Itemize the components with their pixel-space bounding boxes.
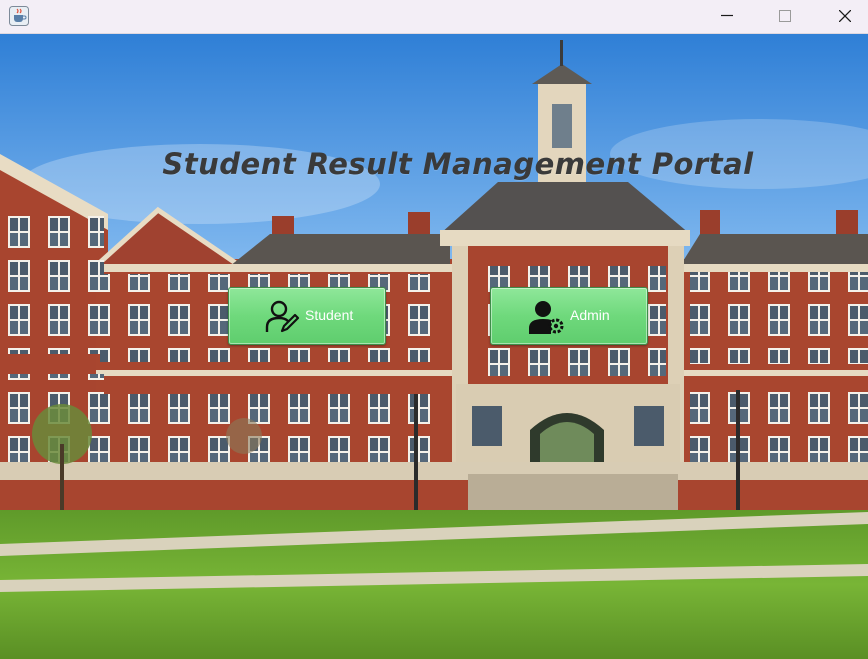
admin-button[interactable]: Admin <box>490 287 648 345</box>
admin-button-label: Admin <box>570 307 610 323</box>
user-edit-icon <box>265 300 301 334</box>
student-button[interactable]: Student <box>228 287 386 345</box>
maximize-button[interactable] <box>762 0 808 32</box>
user-gear-icon <box>529 300 565 334</box>
minimize-button[interactable] <box>704 0 750 32</box>
portal-title: Student Result Management Portal <box>162 147 754 181</box>
portal-content: Student Result Management Portal Student… <box>0 34 868 659</box>
java-cup-icon <box>9 6 29 26</box>
campus-background-image <box>0 34 868 659</box>
close-button[interactable] <box>822 0 868 32</box>
window-title-bar <box>0 0 868 34</box>
student-button-label: Student <box>305 307 354 323</box>
